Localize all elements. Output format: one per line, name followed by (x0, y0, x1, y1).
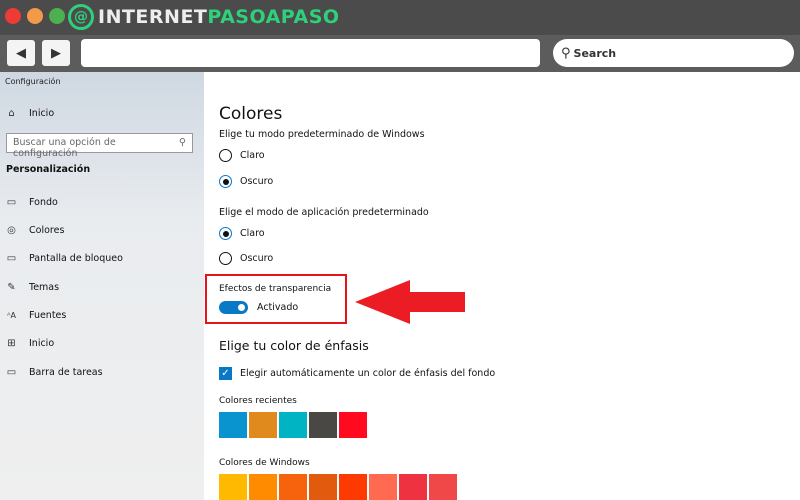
settings-search-input[interactable]: Buscar una opción de configuración ⚲ (6, 133, 193, 159)
themes-icon: ✎ (7, 282, 16, 293)
sidebar-item-colores[interactable]: ◎ Colores (6, 225, 64, 236)
fonts-icon: ᴬA (7, 311, 16, 320)
color-swatch[interactable] (219, 412, 247, 438)
windows-mode-claro-radio[interactable]: Claro (219, 149, 265, 162)
logo-text-accent: PASOAPASO (207, 6, 340, 28)
radio-icon (219, 149, 232, 162)
page-title: Colores (219, 104, 283, 124)
accent-heading: Elige tu color de énfasis (219, 338, 369, 353)
sidebar-item-pantalla-de-bloqueo[interactable]: ▭ Pantalla de bloqueo (6, 253, 123, 264)
lock-screen-icon: ▭ (6, 253, 17, 264)
app-mode-label: Elige el modo de aplicación predetermina… (219, 207, 429, 218)
color-swatch[interactable] (219, 474, 247, 500)
address-bar[interactable] (81, 39, 540, 67)
color-swatch[interactable] (279, 412, 307, 438)
sidebar-item-label: Inicio (29, 338, 55, 349)
sidebar-item-barra-de-tareas[interactable]: ▭ Barra de tareas (6, 367, 103, 378)
color-swatch[interactable] (249, 412, 277, 438)
title-bar: @ INTERNET PASOAPASO (0, 0, 800, 35)
taskbar-icon: ▭ (6, 367, 17, 378)
windows-mode-label: Elige tu modo predeterminado de Windows (219, 129, 425, 140)
maximize-window-button[interactable] (49, 8, 65, 24)
sidebar-item-temas[interactable]: ✎ Temas (6, 282, 59, 293)
app-title: Configuración (5, 77, 61, 86)
sidebar-item-label: Temas (29, 282, 60, 293)
radio-selected-icon (219, 175, 232, 188)
app-mode-oscuro-radio[interactable]: Oscuro (219, 252, 273, 265)
search-box[interactable]: ⚲ Search (553, 39, 794, 67)
search-placeholder: Buscar una opción de configuración (13, 137, 116, 159)
sidebar-item-label: Barra de tareas (29, 367, 103, 378)
radio-selected-icon (219, 227, 232, 240)
close-window-button[interactable] (5, 8, 21, 24)
forward-button[interactable]: ▶ (42, 40, 70, 66)
sidebar-item-label: Pantalla de bloqueo (29, 253, 123, 264)
back-icon: ◀ (16, 45, 26, 61)
settings-sidebar: Configuración ⌂ Inicio Buscar una opción … (0, 72, 204, 500)
color-swatch[interactable] (279, 474, 307, 500)
palette-icon: ◎ (7, 225, 16, 236)
color-swatch[interactable] (399, 474, 427, 500)
highlight-box (205, 274, 347, 324)
recent-colors-label: Colores recientes (219, 396, 297, 406)
color-swatch[interactable] (309, 412, 337, 438)
browser-toolbar: ◀ ▶ ⚲ Search (0, 35, 800, 72)
checkbox-label: Elegir automáticamente un color de énfas… (240, 368, 496, 379)
radio-icon (219, 252, 232, 265)
color-swatch[interactable] (369, 474, 397, 500)
color-swatch[interactable] (429, 474, 457, 500)
checkmark-icon: ✓ (219, 367, 232, 380)
color-swatch[interactable] (309, 474, 337, 500)
back-button[interactable]: ◀ (7, 40, 35, 66)
color-swatch[interactable] (249, 474, 277, 500)
windows-mode-oscuro-radio[interactable]: Oscuro (219, 175, 273, 188)
red-arrow-annotation (355, 280, 465, 324)
search-icon: ⚲ (561, 45, 571, 61)
sidebar-item-fuentes[interactable]: ᴬA Fuentes (6, 310, 66, 321)
radio-label: Claro (240, 228, 265, 239)
home-icon: ⌂ (8, 108, 15, 119)
sidebar-item-label: Colores (29, 225, 65, 236)
sidebar-item-label: Fuentes (29, 310, 67, 321)
sidebar-item-inicio[interactable]: ⊞ Inicio (6, 338, 54, 349)
radio-label: Oscuro (240, 176, 274, 187)
logo-icon: @ (68, 4, 94, 30)
section-heading: Personalización (6, 164, 91, 175)
forward-icon: ▶ (51, 45, 61, 61)
radio-label: Claro (240, 150, 265, 161)
sidebar-item-fondo[interactable]: ▭ Fondo (6, 197, 58, 208)
search-label: Search (573, 46, 617, 60)
start-icon: ⊞ (7, 338, 16, 349)
app-mode-claro-radio[interactable]: Claro (219, 227, 265, 240)
sidebar-item-label: Inicio (29, 108, 55, 119)
color-swatch[interactable] (339, 474, 367, 500)
logo-text: INTERNET (98, 6, 208, 28)
sidebar-item-home[interactable]: ⌂ Inicio (6, 108, 54, 119)
search-icon: ⚲ (179, 137, 186, 148)
color-swatch[interactable] (339, 412, 367, 438)
image-icon: ▭ (6, 197, 17, 208)
site-logo: @ INTERNET PASOAPASO (68, 4, 340, 30)
windows-colors-label: Colores de Windows (219, 458, 310, 468)
sidebar-item-label: Fondo (29, 197, 58, 208)
arrow-shape (355, 280, 465, 324)
auto-accent-checkbox[interactable]: ✓ Elegir automáticamente un color de énfa… (219, 367, 495, 380)
radio-label: Oscuro (240, 253, 274, 264)
minimize-window-button[interactable] (27, 8, 43, 24)
